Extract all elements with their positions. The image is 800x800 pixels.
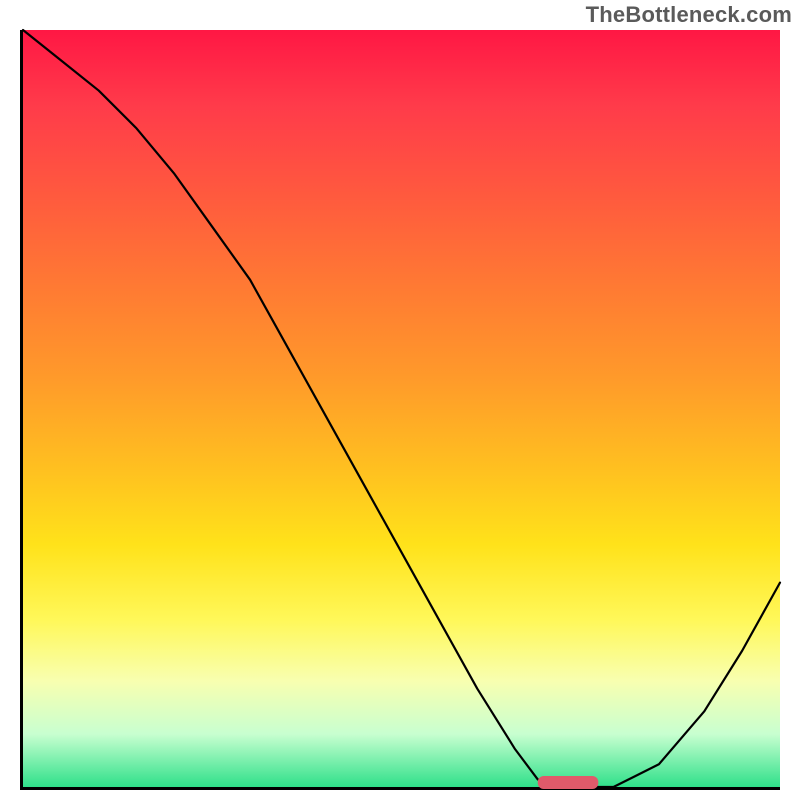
plot-area (20, 30, 780, 790)
bottleneck-curve (23, 30, 780, 787)
watermark-text: TheBottleneck.com (586, 2, 792, 28)
optimal-marker (538, 776, 599, 789)
chart-frame: TheBottleneck.com (0, 0, 800, 800)
chart-overlay (23, 30, 780, 787)
